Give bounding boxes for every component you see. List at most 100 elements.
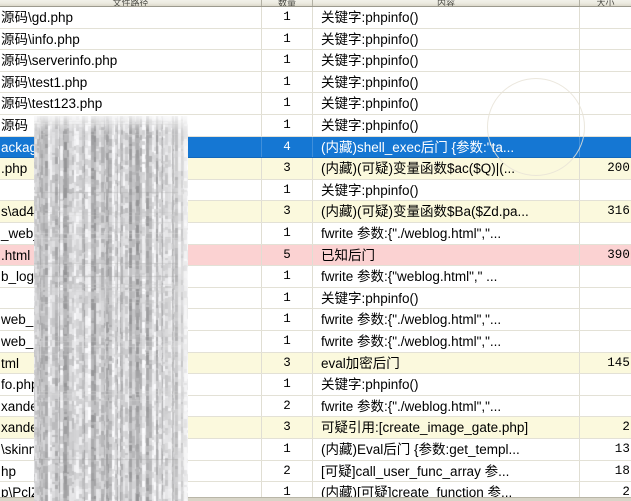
cell-path: s\ad462.php bbox=[0, 201, 262, 223]
cell-path: .html bbox=[0, 244, 262, 266]
cell-desc: 关键字:phpinfo() bbox=[313, 71, 580, 93]
cell-desc: 关键字:phpinfo() bbox=[313, 50, 580, 71]
cell-path: web_log.php bbox=[0, 309, 262, 331]
table-row[interactable]: ackage.php 4 (内藏)shell_exec后门 {参数:"ta... bbox=[0, 136, 631, 159]
table-row[interactable]: .php 3 (内藏)(可疑)变量函数$ac($Q)|(... 200 bbox=[0, 158, 631, 180]
column-header-count[interactable]: 数量 bbox=[262, 0, 313, 6]
column-header-desc[interactable]: 内容 bbox=[313, 0, 580, 6]
cell-size bbox=[580, 396, 631, 417]
table-row[interactable]: 源码\test123.php 1 关键字:phpinfo() bbox=[0, 93, 631, 115]
cell-size: 316 bbox=[607, 204, 630, 219]
table-row[interactable]: .html 5 已知后门 390 bbox=[0, 244, 631, 267]
cell-desc: 关键字:phpinfo() bbox=[313, 374, 580, 395]
cell-desc: fwrite 参数:{"./weblog.html","... bbox=[313, 309, 580, 331]
cell-count: 2 bbox=[262, 395, 313, 417]
cell-count: 5 bbox=[262, 244, 313, 266]
cell-path: 源码\serverinfo.php bbox=[0, 50, 262, 71]
cell-path: 源码\info.php bbox=[0, 28, 262, 50]
table-row[interactable]: hp 2 [可疑]call_user_func_array 参... 18 bbox=[0, 460, 631, 483]
cell-count: 1 bbox=[262, 71, 313, 93]
cell-desc: eval加密后门 bbox=[313, 352, 580, 374]
table-row[interactable]: web_log.php 1 fwrite 参数:{"./weblog.html","… bbox=[0, 309, 631, 331]
table-row[interactable]: 源码\test1.php 1 关键字:phpinfo() bbox=[0, 71, 631, 94]
cell-size: 200 bbox=[607, 161, 630, 176]
cell-path: 源码 bbox=[0, 115, 262, 136]
cell-path: _web_log.php bbox=[0, 223, 262, 244]
cell-count: 3 bbox=[262, 201, 313, 223]
scan-results-grid[interactable]: 文件路径 数量 内容 大小 源码\gd.php 1 关键字:phpinfo() 源码\… bbox=[0, 0, 631, 501]
cell-size bbox=[580, 93, 631, 114]
cell-size bbox=[580, 374, 631, 395]
cell-count: 1 bbox=[262, 374, 313, 395]
cell-path: \skinning.php bbox=[0, 439, 262, 460]
cell-path: 源码\test1.php bbox=[0, 71, 262, 93]
table-row[interactable]: b_log.php 1 fwrite 参数:{"weblog.html"," ... bbox=[0, 266, 631, 288]
cell-size: 18 bbox=[614, 463, 630, 478]
cell-size bbox=[580, 7, 631, 28]
cell-size bbox=[580, 137, 631, 158]
cell-desc: fwrite 参数:{"./weblog.html","... bbox=[313, 395, 580, 417]
cell-size bbox=[580, 115, 631, 136]
cell-size: 145 bbox=[607, 355, 630, 370]
cell-count: 1 bbox=[262, 266, 313, 287]
table-row[interactable]: s\ad462.php 3 (内藏)(可疑)变量函数$Ba($Zd.pa... 316 bbox=[0, 201, 631, 223]
cell-count: 1 bbox=[262, 439, 313, 460]
cell-count: 3 bbox=[262, 158, 313, 179]
cell-count: 1 bbox=[262, 93, 313, 115]
cell-desc: 关键字:phpinfo() bbox=[313, 7, 580, 28]
cell-desc: 已知后门 bbox=[313, 244, 580, 266]
cell-size bbox=[580, 331, 631, 352]
grid-column-header[interactable]: 文件路径 数量 内容 大小 bbox=[0, 0, 631, 7]
cell-size bbox=[580, 288, 631, 309]
cell-path: 源码\test123.php bbox=[0, 93, 262, 115]
table-row[interactable]: 源码 1 关键字:phpinfo() bbox=[0, 115, 631, 137]
cell-desc: (内藏)shell_exec后门 {参数:"ta... bbox=[313, 136, 580, 158]
table-row[interactable]: _web_log.php 1 fwrite 参数:{"./weblog.html",… bbox=[0, 223, 631, 245]
cell-path: fo.php bbox=[0, 374, 262, 395]
cell-desc: fwrite 参数:{"./weblog.html","... bbox=[313, 223, 580, 244]
cell-size bbox=[580, 72, 631, 93]
column-header-path[interactable]: 文件路径 bbox=[0, 0, 262, 6]
cell-desc: (内藏)Eval后门 {参数:get_templ... bbox=[313, 439, 580, 460]
cell-count: 1 bbox=[262, 50, 313, 71]
table-row[interactable]: 1 关键字:phpinfo() bbox=[0, 287, 631, 310]
cell-path: tml bbox=[0, 352, 262, 374]
cell-count: 1 bbox=[262, 28, 313, 50]
table-row[interactable]: tml 3 eval加密后门 145 bbox=[0, 352, 631, 375]
cell-path: .php bbox=[0, 158, 262, 179]
cell-count: 2 bbox=[262, 460, 313, 482]
cell-count: 3 bbox=[262, 417, 313, 439]
cell-size bbox=[580, 180, 631, 201]
cell-size bbox=[580, 266, 631, 287]
cell-count: 1 bbox=[262, 309, 313, 331]
cell-path: ackage.php bbox=[0, 136, 262, 158]
cell-count: 1 bbox=[262, 7, 313, 28]
cell-path: xander-the-gr... bbox=[0, 417, 262, 439]
cell-path: 源码\gd.php bbox=[0, 7, 262, 28]
cell-desc: 关键字:phpinfo() bbox=[313, 93, 580, 115]
cell-desc: fwrite 参数:{"./weblog.html","... bbox=[313, 331, 580, 352]
table-row[interactable]: 源码\serverinfo.php 1 关键字:phpinfo() bbox=[0, 50, 631, 72]
cell-count: 1 bbox=[262, 287, 313, 309]
cell-desc: 可疑引用:[create_image_gate.php] bbox=[313, 417, 580, 439]
table-row[interactable]: xander-the-gr... 2 fwrite 参数:{"./weblog.ht… bbox=[0, 395, 631, 418]
table-row[interactable]: \skinning.php 1 (内藏)Eval后门 {参数:get_templ..… bbox=[0, 439, 631, 461]
cell-count: 1 bbox=[262, 179, 313, 201]
cell-path: xander-the-gr... bbox=[0, 395, 262, 417]
cell-desc: fwrite 参数:{"weblog.html"," ... bbox=[313, 266, 580, 287]
cell-count: 1 bbox=[262, 223, 313, 244]
cell-path bbox=[0, 179, 262, 201]
table-row[interactable]: xander-the-gr... 3 可疑引用:[create_image_gate… bbox=[0, 417, 631, 439]
table-row[interactable]: web_log_ig.php 1 fwrite 参数:{"./weblog.html… bbox=[0, 331, 631, 353]
table-row[interactable]: fo.php 1 关键字:phpinfo() bbox=[0, 374, 631, 396]
horizontal-scrollbar-edge[interactable] bbox=[0, 497, 631, 501]
table-row[interactable]: 1 关键字:phpinfo() bbox=[0, 179, 631, 202]
table-row[interactable]: 源码\gd.php 1 关键字:phpinfo() bbox=[0, 7, 631, 29]
cell-desc: (内藏)(可疑)变量函数$ac($Q)|(... bbox=[313, 158, 580, 179]
table-row[interactable]: 源码\info.php 1 关键字:phpinfo() bbox=[0, 28, 631, 51]
cell-size: 390 bbox=[607, 247, 630, 262]
column-header-size[interactable]: 大小 bbox=[580, 0, 631, 6]
cell-desc: 关键字:phpinfo() bbox=[313, 179, 580, 201]
cell-path: hp bbox=[0, 460, 262, 482]
cell-count: 1 bbox=[262, 115, 313, 136]
